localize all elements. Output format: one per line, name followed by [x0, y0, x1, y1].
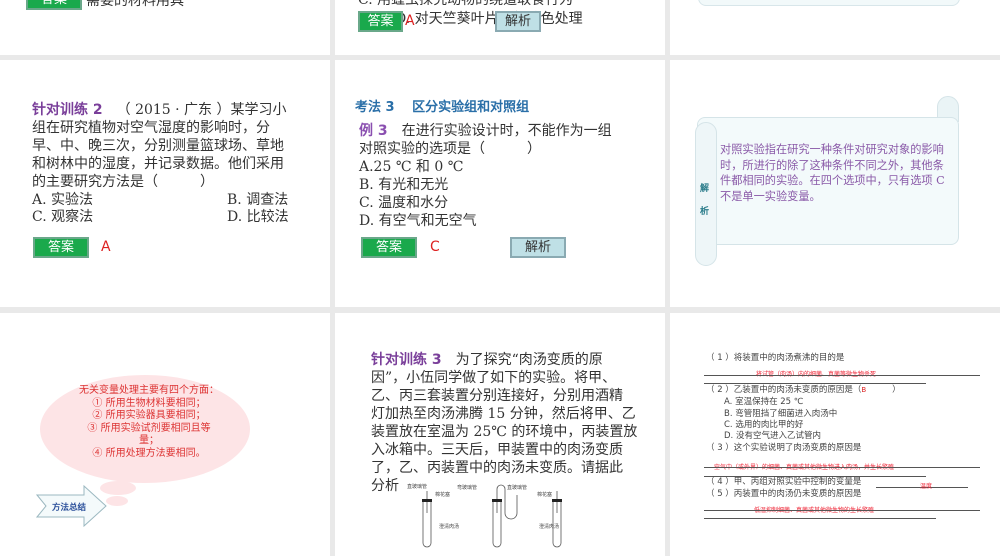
question-1: （ 1 ）将装置中的肉汤煮沸的目的是: [706, 353, 845, 363]
question-title-line: 针对训练 2 （ 2015 · 广东 ）某学习小: [32, 101, 287, 120]
analysis-tag-char: 解: [700, 184, 710, 194]
option-b: B. 调查法: [227, 192, 289, 208]
slide-thumbnail-8[interactable]: 针对训练 3 为了探究“肉汤变质的原 因”，小伍同学做了如下的实验。将甲、 乙、…: [335, 313, 665, 556]
cloud-text: 无关变量处理主要有四个方面： ① 所用生物材料要相同； ② 所用实验器具要相同；…: [64, 385, 234, 460]
blank-line: [704, 518, 936, 519]
question-text: 在进行实验设计时，不能作为一组: [387, 123, 612, 139]
cloud-line: ④ 所用处理方法要相同。: [92, 447, 206, 459]
question-line: 和树林中的湿度，并记录数据。他们采用: [32, 156, 284, 172]
answer-1: 将试管（肉汤）内的细菌、真菌等微生物杀死: [756, 371, 877, 378]
analysis-text: 对照实验指在研究一种条件对研究对象的影响时，所进行的除了这种条件不同之外，其他条…: [720, 143, 945, 203]
answer-4: 温度: [920, 483, 933, 490]
cloud-line: ① 所用生物材料要相同；: [92, 397, 206, 409]
cloud-bubble: [106, 496, 128, 506]
option-b: B. 有光和无光: [359, 177, 449, 193]
question-line: 分析: [371, 478, 399, 494]
question-line: 灯加热至肉汤沸腾 15 分钟，然后将甲、乙: [371, 406, 636, 422]
section-heading: 考法 3 区分实验组和对照组: [355, 100, 530, 115]
answer-button[interactable]: 答案: [33, 237, 89, 258]
question-4: （ 4 ）甲、丙组对照实验中控制的变量是: [706, 477, 862, 487]
option-d: D. 比较法: [227, 209, 289, 225]
example-label: 例 3: [359, 123, 388, 139]
question-line: 乙、丙三套装置分别连接好，分别用酒精: [371, 388, 623, 404]
answer-button[interactable]: 答案: [358, 11, 403, 32]
question-first-line: 例 3 在进行实验设计时，不能作为一组: [359, 122, 612, 141]
answer-value: A: [405, 13, 415, 29]
question-line: 了，乙、丙装置中的肉汤未变质。请据此: [371, 460, 623, 476]
q2-option-d: D. 没有空气进入乙试管内: [724, 431, 821, 441]
diagram-label: 澄清肉汤: [439, 524, 460, 530]
analysis-button[interactable]: 解析: [495, 11, 541, 32]
slide-thumbnail-9[interactable]: （ 1 ）将装置中的肉汤煮沸的目的是 将试管（肉汤）内的细菌、真菌等微生物杀死 …: [670, 313, 1000, 556]
option-c: C. 用蝗虫探究动物的绕道取食行为: [358, 0, 574, 8]
slide-thumbnail-2[interactable]: C. 用蝗虫探究动物的绕道取食行为 D. 对天竺葵叶片进行暗色处理 答案 A 解…: [335, 0, 665, 55]
option-c: C. 温度和水分: [359, 195, 449, 211]
question-line: 装置放在室温为 25℃ 的环境中，丙装置放: [371, 424, 638, 440]
analysis-tag: 解 析: [700, 178, 712, 224]
question-source: （ 2015 · 广东 ）某学习小: [116, 102, 287, 118]
answer-2: B: [861, 386, 867, 394]
answer-button[interactable]: 答案: [361, 237, 417, 258]
practice-title: 针对训练 2: [32, 102, 103, 118]
question-3: （ 3 ）这个实验说明了肉汤变质的原因是: [706, 443, 862, 453]
slide-thumbnail-5[interactable]: 考法 3 区分实验组和对照组 例 3 在进行实验设计时，不能作为一组 对照实验的…: [335, 60, 665, 307]
question-text: 为了探究“肉汤变质的原: [441, 352, 603, 368]
question-line: 早、中、晚三次，分别测量篮球场、草地: [32, 138, 284, 154]
question-line: 组在研究植物对空气湿度的影响时，分: [32, 120, 270, 136]
diagram-label: 澄清肉汤: [539, 524, 560, 530]
diagram-label: 直玻璃管: [407, 484, 428, 490]
option-d: D. 对天竺葵叶片进行暗色处理: [395, 11, 583, 27]
q2-option-c: C. 选用的肉比甲的好: [724, 420, 804, 430]
answer-value: C: [430, 239, 440, 255]
slide-thumbnail-4[interactable]: 针对训练 2 （ 2015 · 广东 ）某学习小 组在研究植物对空气湿度的影响时，…: [0, 60, 330, 307]
q2-option-b: B. 弯管阻挡了细菌进入肉汤中: [724, 409, 838, 419]
slide-thumbnail-1[interactable]: 答案 需要的材料用具: [0, 0, 330, 55]
diagram-label: 弯玻璃管: [457, 485, 478, 491]
slide-thumbnail-3[interactable]: [670, 0, 1000, 55]
option-d: D. 有空气和无空气: [359, 213, 477, 229]
question-2-close: ）: [892, 385, 901, 395]
slide-text: 需要的材料用具: [86, 0, 184, 9]
blank-line: [704, 375, 980, 376]
cloud-line: ③ 所用实验试剂要相同且等: [87, 422, 211, 434]
blank-line: [704, 383, 926, 384]
answer-value: A: [101, 239, 111, 255]
question-5: （ 5 ）丙装置中的肉汤仍未变质的原因是: [706, 489, 862, 499]
practice-title: 针对训练 3: [371, 352, 442, 368]
question-line: 因”，小伍同学做了如下的实验。将甲、: [371, 370, 617, 386]
cloud-line: 无关变量处理主要有四个方面：: [79, 385, 219, 396]
option-a: A. 实验法: [32, 192, 94, 208]
question-2-text: （ 2 ）乙装置中的肉汤未变质的原因是（: [706, 385, 862, 395]
blank-line: [704, 467, 980, 468]
option-c: C. 观察法: [32, 209, 94, 225]
method-summary-label: 方法总结: [52, 503, 87, 513]
diagram-label: 棉花塞: [435, 492, 451, 498]
diagram-label: 直玻璃管: [507, 485, 528, 491]
cloud-line: 量；: [139, 435, 159, 446]
cloud-line: ② 所用实验器具要相同；: [92, 410, 206, 421]
scroll-bottom-edge: [698, 0, 960, 6]
blank-line: [704, 510, 980, 511]
question-line: 对照实验的选项是（ ）: [359, 141, 541, 157]
question-line: 入冰箱中。三天后，甲装置中的肉汤变质: [371, 442, 623, 458]
question-2: （ 2 ）乙装置中的肉汤未变质的原因是（B ）: [706, 385, 901, 396]
option-a: A.25 ℃ 和 0 ℃: [359, 159, 464, 175]
question-first-line: 针对训练 3 为了探究“肉汤变质的原: [371, 351, 603, 370]
analysis-tag-char: 析: [700, 207, 710, 217]
diagram-label: 棉花塞: [537, 492, 553, 498]
answer-button[interactable]: 答案: [26, 0, 82, 10]
analysis-button[interactable]: 解析: [510, 237, 566, 258]
question-line: 的主要研究方法是（ ）: [32, 174, 214, 190]
slide-thumbnail-7[interactable]: 无关变量处理主要有四个方面： ① 所用生物材料要相同； ② 所用实验器具要相同；…: [0, 313, 330, 556]
slide-thumbnail-6[interactable]: 解 析 对照实验指在研究一种条件对研究对象的影响时，所进行的除了这种条件不同之外…: [670, 60, 1000, 307]
q2-option-a: A. 室温保持在 25 ℃: [724, 397, 804, 407]
